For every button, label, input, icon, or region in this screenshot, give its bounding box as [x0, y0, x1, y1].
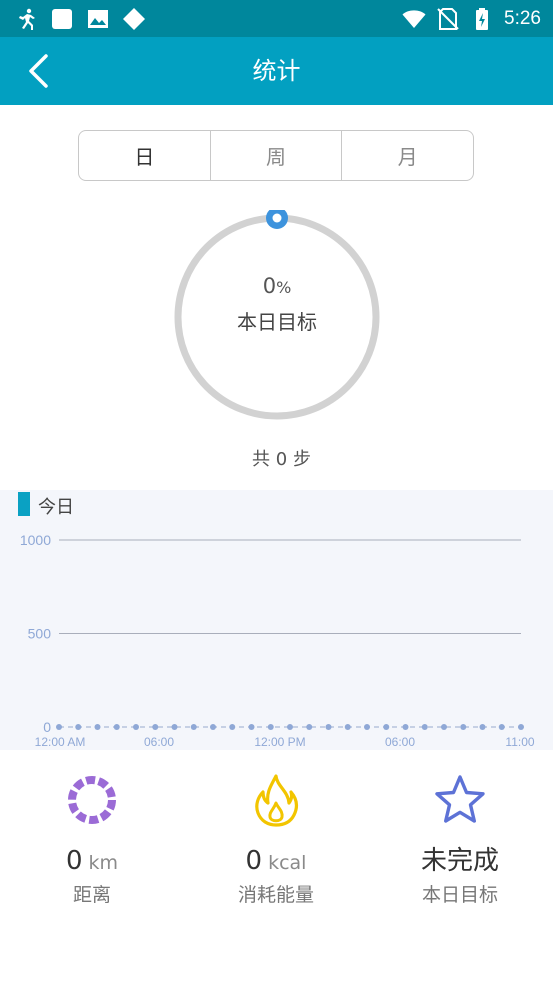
page-title: 统计 — [252, 57, 301, 85]
y-tick-label: 0 — [43, 719, 51, 735]
chart-canvas: 1000 500 012:00 AM 06:00 12:00 PM 06:00 11:00 — [20, 532, 535, 749]
distance-number: 0 — [65, 846, 83, 876]
data-point — [306, 724, 313, 730]
data-point — [133, 724, 139, 730]
x-tick-label: 11:00 — [505, 735, 534, 749]
data-point — [479, 724, 486, 730]
data-point — [229, 724, 236, 730]
goal-percent-value: 0 — [262, 274, 277, 298]
goal-ring: 0% 本日目标 — [170, 207, 384, 424]
battery-charging-icon — [476, 8, 489, 30]
legend-swatch — [18, 492, 30, 516]
data-point — [190, 724, 197, 730]
total-steps: 共 0 步 — [252, 449, 311, 470]
goal-label: 本日目标 — [237, 310, 317, 334]
y-tick-label: 500 — [28, 626, 52, 642]
chart-legend: 今日 — [38, 497, 74, 518]
image-icon — [88, 10, 108, 28]
goal-status-value: 未完成 — [420, 846, 499, 876]
calories-label: 消耗能量 — [237, 884, 314, 906]
distance-label: 距离 — [72, 884, 111, 906]
tab-week[interactable]: 周 — [209, 131, 342, 180]
app-bar: 统计 — [0, 37, 553, 105]
data-point — [383, 724, 390, 730]
tab-month[interactable]: 月 — [341, 131, 473, 180]
status-bar: 5:26 — [0, 0, 553, 37]
distance-unit: km — [88, 852, 119, 874]
steps-chart: 1000 500 0 12:00 AM 06:00 12:00 PM 06:00 11:00 … — [0, 490, 553, 750]
stat-distance: 0 km 距离 — [0, 760, 184, 907]
y-tick-label: 1000 — [20, 532, 51, 548]
data-point — [441, 724, 447, 730]
data-point — [152, 724, 159, 730]
x-tick-label: 06:00 — [385, 735, 415, 749]
stats-row: 0 km 距离 0 kcal 消耗能量 未完成 本日目标 — [0, 760, 553, 920]
stat-calories: 0 kcal 消耗能量 — [184, 760, 368, 907]
calories-number: 0 — [245, 846, 263, 876]
data-point — [460, 724, 467, 730]
distance-ring-icon — [68, 776, 116, 824]
x-tick-label: 12:00 PM — [254, 735, 305, 749]
data-point — [344, 724, 351, 730]
data-point — [421, 724, 428, 730]
data-point — [248, 724, 255, 730]
star-icon — [435, 775, 485, 823]
data-point — [287, 724, 293, 730]
calories-unit: kcal — [268, 852, 307, 874]
calories-value: 0 kcal — [184, 844, 368, 878]
diamond-icon — [123, 8, 145, 30]
data-point — [498, 724, 505, 730]
data-point — [75, 724, 82, 730]
data-point — [267, 724, 274, 730]
data-point — [113, 724, 120, 730]
data-point — [171, 724, 178, 730]
data-point — [402, 724, 409, 730]
goal-status-label: 本日目标 — [421, 884, 498, 906]
status-time: 5:26 — [504, 8, 541, 29]
x-tick-label: 06:00 — [144, 735, 174, 749]
data-point — [210, 724, 216, 730]
running-icon — [19, 8, 35, 30]
data-point — [325, 724, 332, 730]
distance-value: 0 km — [0, 844, 184, 878]
data-point — [518, 724, 524, 730]
data-point — [364, 724, 370, 730]
stat-goal: 未完成 本日目标 — [368, 760, 552, 907]
goal-ring-knob-center — [272, 213, 282, 223]
period-tabs: 日 周 月 — [78, 130, 474, 181]
goal-percent: 0% — [170, 274, 384, 298]
data-point — [94, 724, 101, 730]
data-point — [56, 724, 62, 730]
x-tick-label: 12:00 AM — [35, 735, 86, 749]
goal-percent-sign: % — [276, 278, 292, 297]
wifi-icon — [402, 10, 426, 28]
square-icon — [52, 9, 72, 29]
flame-icon — [255, 774, 298, 827]
tab-day[interactable]: 日 — [79, 131, 210, 180]
no-sim-icon — [437, 8, 459, 30]
